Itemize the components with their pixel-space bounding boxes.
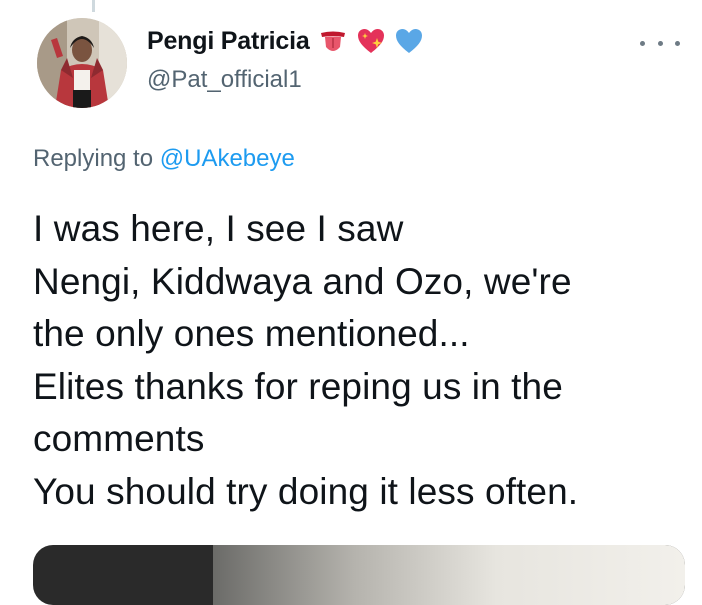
avatar[interactable] bbox=[37, 18, 127, 108]
tweet-text-line: comments bbox=[33, 418, 205, 459]
tweet-text: I was here, I see I saw Nengi, Kiddwaya … bbox=[33, 203, 683, 518]
sparkling-heart-icon bbox=[356, 26, 386, 56]
more-dots-icon bbox=[675, 40, 680, 46]
more-dots-icon bbox=[657, 40, 663, 46]
author-display-name[interactable]: Pengi Patricia bbox=[147, 27, 310, 56]
tweet-text-line: the only ones mentioned... bbox=[33, 313, 470, 354]
blue-heart-icon bbox=[394, 26, 424, 56]
replying-to-line: Replying to @UAkebeye bbox=[33, 145, 295, 173]
thread-connector-line bbox=[92, 0, 95, 12]
attached-media-image[interactable] bbox=[33, 545, 685, 605]
replying-to-label: Replying to bbox=[33, 145, 154, 172]
author-name-row: Pengi Patricia bbox=[147, 24, 424, 58]
tweet-text-line: You should try doing it less often. bbox=[33, 470, 579, 512]
author-handle[interactable]: @Pat_official1 bbox=[147, 66, 302, 94]
tweet-text-line: Elites thanks for reping us in the bbox=[33, 365, 563, 407]
tweet-text-line: Nengi, Kiddwaya and Ozo, we're bbox=[33, 260, 572, 302]
tongue-emoji-icon bbox=[318, 26, 348, 56]
more-dots-icon bbox=[640, 40, 645, 46]
media-image-content bbox=[213, 545, 685, 605]
replying-to-mention-link[interactable]: @UAkebeye bbox=[160, 145, 295, 172]
more-options-button[interactable] bbox=[640, 30, 680, 56]
tweet-text-line: I was here, I see I saw bbox=[33, 208, 404, 249]
